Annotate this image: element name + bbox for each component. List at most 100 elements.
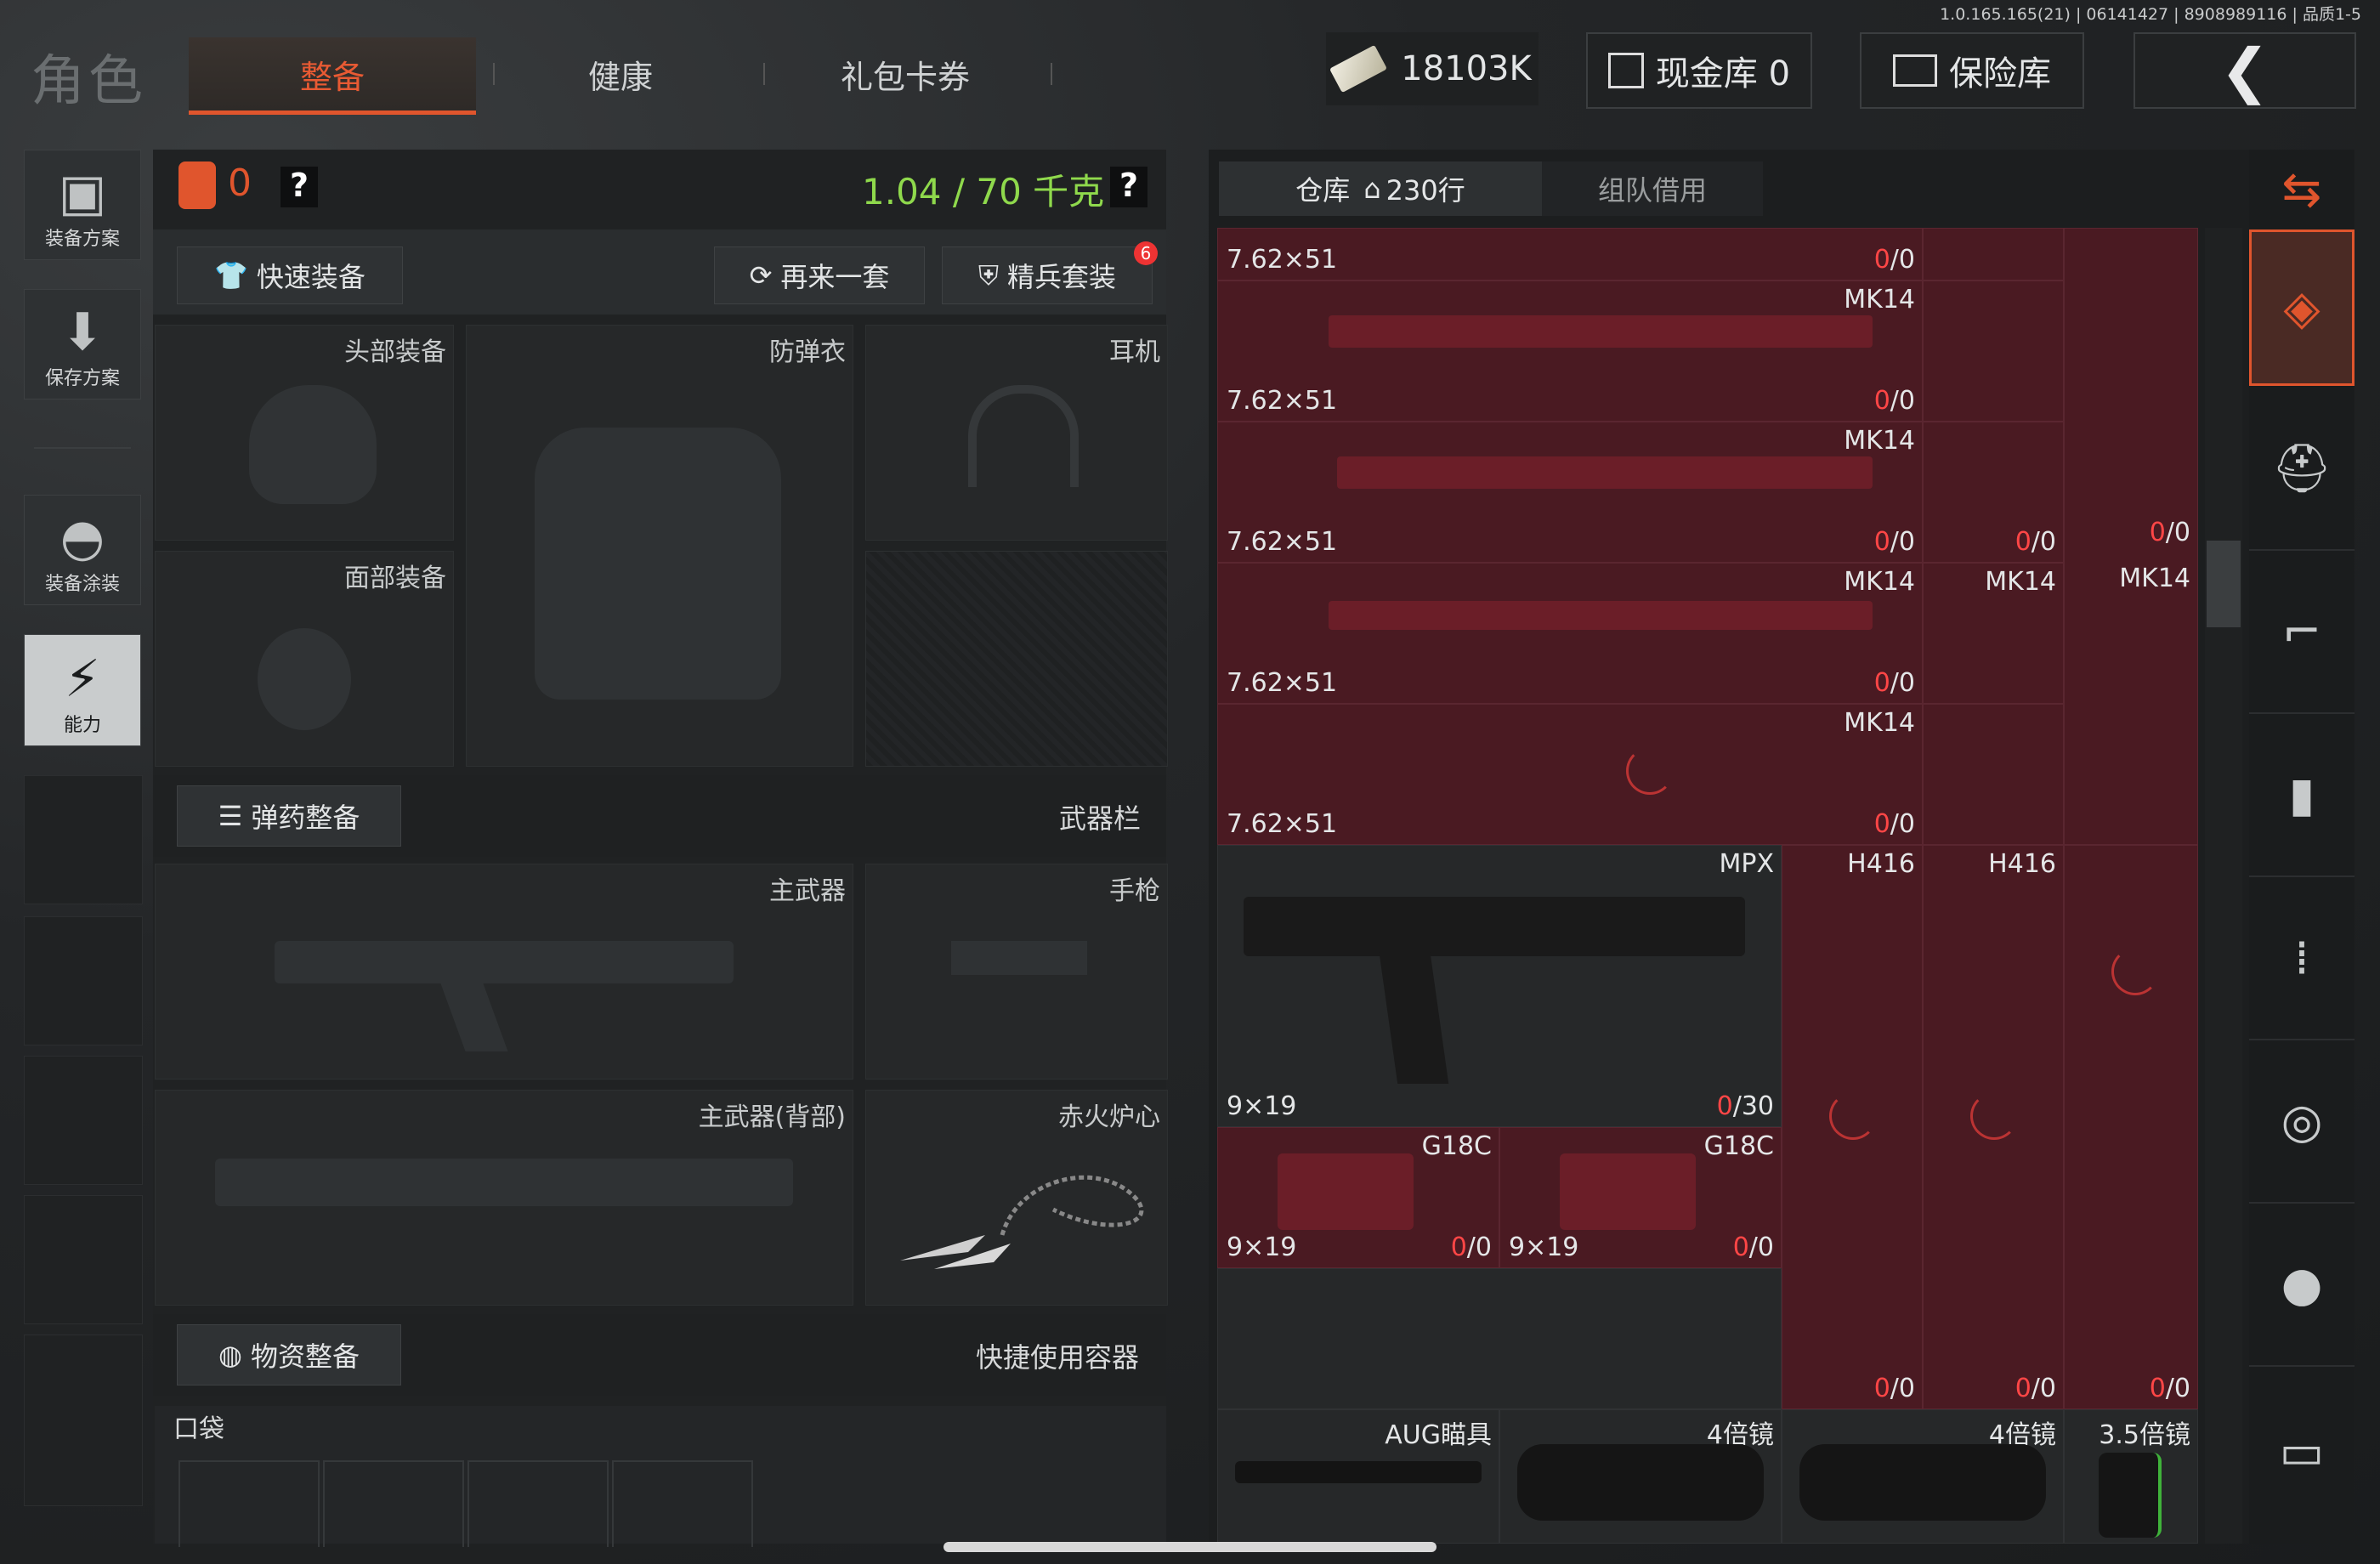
warehouse-scroll-track[interactable] (2205, 228, 2242, 1544)
elite-set-button[interactable]: ⛨ 精兵套装 (942, 246, 1153, 304)
warehouse-item[interactable]: 4倍镜 (1782, 1409, 2064, 1544)
equipment-skin-button[interactable]: ◓ 装备涂装 (24, 495, 141, 605)
backpack-icon (178, 162, 216, 209)
warehouse-item[interactable]: 0/0 (2064, 845, 2198, 1409)
warehouse-item[interactable]: 3.5倍镜 (2064, 1409, 2198, 1544)
main-weapon-slot[interactable]: 主武器 (155, 864, 853, 1080)
ammo-count: 0/30 (1717, 1091, 1774, 1121)
pocket-slot[interactable] (468, 1460, 609, 1547)
item-name: MK14 (1844, 285, 1915, 314)
warehouse-item[interactable]: G18C 9×19 0/0 (1499, 1127, 1782, 1268)
help-icon[interactable]: ? (280, 167, 318, 207)
ammo-count: 0/0 (2015, 1374, 2056, 1403)
pocket-slot[interactable] (178, 1460, 320, 1547)
pocket-label: 口袋 (173, 1414, 224, 1444)
head-slot-label: 头部装备 (344, 337, 446, 367)
item-name: MPX (1719, 849, 1774, 879)
category-armor-icon[interactable]: ⛑ (2249, 388, 2354, 551)
money-display[interactable]: 18103K (1326, 32, 1538, 105)
ammo-count-max: /30 (1732, 1091, 1774, 1121)
caliber-label: 7.62×51 (1227, 809, 1338, 839)
warehouse-item[interactable]: 0/0 (1923, 422, 2064, 563)
ammo-count-current: 0 (2014, 527, 2032, 557)
pocket-slot[interactable] (323, 1460, 464, 1547)
armor-slot[interactable]: 防弹衣 (466, 325, 853, 767)
melee-slot[interactable]: 赤火炉心 (865, 1090, 1168, 1306)
loading-spinner-icon (1829, 1092, 1877, 1140)
tab-storage[interactable]: 仓库 ⌂ 230行 (1219, 162, 1542, 216)
house-icon: ⌂ (1363, 173, 1381, 205)
shield-icon: ⛨ (978, 258, 999, 292)
warehouse-item[interactable]: MK14 7.62×51 0/0 (1217, 563, 1923, 704)
earphone-slot[interactable]: 耳机 (865, 325, 1168, 541)
supply-prep-button[interactable]: ◍ 物资整备 (177, 1324, 401, 1386)
ammo-count-current: 0 (1873, 527, 1890, 557)
sidebar-empty-slot (24, 916, 143, 1046)
ammo-count-current: 0 (1873, 245, 1890, 275)
warehouse-item[interactable]: MK14 7.62×51 0/0 (1217, 280, 1923, 422)
helmet-paint-icon: ◓ (60, 508, 105, 568)
save-plan-button[interactable]: ⬇ 保存方案 (24, 289, 141, 400)
pocket-slot[interactable] (612, 1460, 753, 1547)
warehouse-item[interactable]: H416 0/0 (1923, 845, 2064, 1409)
bullet-icon[interactable]: ⁞ (2249, 877, 2354, 1040)
warehouse-item[interactable]: AUG瞄具 (1217, 1409, 1499, 1544)
stack-sort-icon[interactable]: ⇆ (2249, 150, 2354, 231)
face-slot[interactable]: 面部装备 (155, 551, 454, 767)
pistol-icon (1560, 1153, 1696, 1230)
category-all-icon[interactable]: ◈ (2249, 230, 2354, 386)
ammo-prep-button[interactable]: ☰ 弹药整备 (177, 785, 401, 847)
grenade-icon[interactable]: ● (2249, 1204, 2354, 1367)
ability-button[interactable]: ⚡ 能力 (24, 634, 141, 746)
ammo-count-max: /0 (1890, 386, 1915, 416)
again-button[interactable]: ⟳ 再来一套 (714, 246, 925, 304)
weight-help-icon[interactable]: ? (1110, 167, 1148, 207)
rifle-icon[interactable]: ⌐ (2249, 551, 2354, 714)
warehouse-item[interactable]: MK14 0/0 (2064, 228, 2198, 845)
cash-vault-label: 现金库 0 (1655, 54, 1791, 94)
tab-equip[interactable]: 整备 (189, 37, 476, 115)
cash-vault-button[interactable]: 现金库 0 (1586, 32, 1812, 109)
ammo-count: 0/0 (2015, 527, 2056, 557)
head-slot[interactable]: 头部装备 (155, 325, 454, 541)
pistol-silhouette-icon (951, 941, 1087, 975)
ammo-count-current: 0 (1873, 668, 1890, 698)
back-button[interactable]: ❮ (2134, 32, 2356, 109)
warehouse-grid: 7.62×51 0/0 MK14 7.62×51 0/0 MK14 7.62×5… (1217, 228, 2198, 1544)
rifle-silhouette-icon (275, 941, 734, 983)
safe-button[interactable]: 保险库 (1860, 32, 2084, 109)
rifle-icon (1329, 601, 1873, 630)
ammo-count-max: /0 (1890, 809, 1915, 839)
main-weapon-back-slot[interactable]: 主武器(背部) (155, 1090, 853, 1306)
warehouse-scroll-thumb[interactable] (2207, 541, 2241, 627)
ammo-count-max: /0 (2031, 1374, 2056, 1403)
warehouse-item[interactable]: MK14 (1923, 563, 2064, 704)
warehouse-item[interactable]: H416 0/0 (1782, 845, 1923, 1409)
warehouse-item[interactable] (1923, 228, 2064, 280)
home-indicator[interactable] (944, 1542, 1436, 1552)
tab-health[interactable]: 健康 (510, 37, 731, 110)
tab-gift[interactable]: 礼包卡券 (790, 37, 1020, 110)
warehouse-item[interactable]: G18C 9×19 0/0 (1217, 1127, 1499, 1268)
quick-equip-button[interactable]: 👕 快速装备 (177, 246, 403, 304)
ability-label: 能力 (63, 715, 101, 736)
tab-team-borrow[interactable]: 组队借用 (1542, 162, 1763, 216)
weapon-bar-label: 武器栏 (1059, 802, 1142, 835)
warehouse-item[interactable]: MK14 7.62×51 0/0 (1217, 704, 1923, 845)
main-weapon-label: 主武器 (769, 876, 846, 906)
rifle-grip-silhouette (440, 983, 508, 1051)
warehouse-item[interactable]: 4倍镜 (1499, 1409, 1782, 1544)
magazine-icon[interactable]: ▮ (2249, 714, 2354, 877)
armor-icon (535, 428, 781, 700)
pistol-slot[interactable]: 手枪 (865, 864, 1168, 1080)
warehouse-item[interactable] (1923, 704, 2064, 845)
ammo-count-current: 0 (1873, 1374, 1890, 1403)
loadout-plan-button[interactable]: ▣ 装备方案 (24, 150, 141, 260)
warehouse-item[interactable]: 7.62×51 0/0 (1217, 228, 1923, 280)
sight-icon[interactable]: ◎ (2249, 1040, 2354, 1204)
warehouse-item[interactable]: MK14 7.62×51 0/0 (1217, 422, 1923, 563)
warehouse-item[interactable]: MPX 9×19 0/30 (1217, 845, 1782, 1127)
tab-divider (1051, 63, 1052, 85)
camera-icon[interactable]: ▭ (2249, 1367, 2354, 1537)
warehouse-item[interactable] (1923, 280, 2064, 422)
